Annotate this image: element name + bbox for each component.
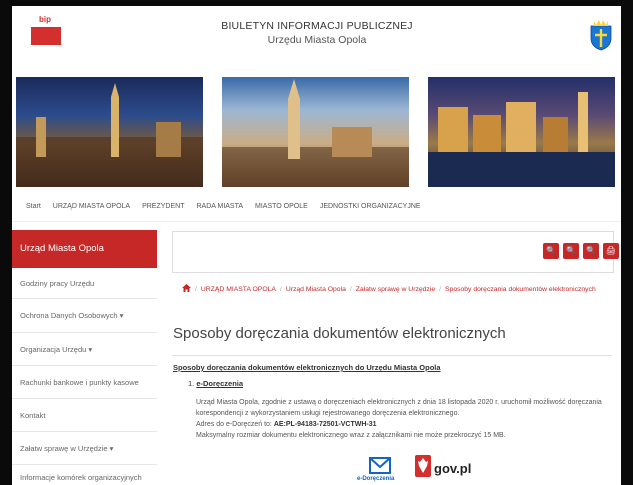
sidebar-item-zalatw-sprawe[interactable]: Załatw sprawę w Urzędzie ▾ [12,432,157,465]
sidebar-item-rachunki[interactable]: Rachunki bankowe i punkty kasowe [12,366,157,399]
page-title: Sposoby doręczania dokumentów elektronic… [173,325,506,342]
gov-pl-label[interactable]: gov.pl [434,461,471,476]
content-toolbar: 🔍 🔍 🔍 🖨 [172,231,619,273]
breadcrumb-item-3[interactable]: Załatw sprawę w Urzędzie [356,286,435,293]
zoom-out-icon[interactable]: 🔍 [543,243,559,259]
logos-row: e-Doręczenia gov.pl [357,453,487,485]
sidebar-item-informacje[interactable]: Informacje komórek organizacyjnych [12,465,157,485]
edoreczenia-description: Urząd Miasta Opola, zgodnie z ustawą o d… [196,397,616,441]
section-subtitle[interactable]: Sposoby doręczania dokumentów elektronic… [173,363,441,372]
paragraph-2: Maksymalny rozmiar dokumentu elektronicz… [196,432,506,439]
nav-start[interactable]: Start [20,203,47,217]
sidebar-item-godziny[interactable]: Godziny pracy Urzędu [12,268,157,299]
bip-flag-icon [31,27,61,45]
breadcrumb-item-2[interactable]: Urząd Miasta Opola [286,286,346,293]
edoreczenia-envelope-icon [369,457,391,474]
site-title-line2: Urzędu Miasta Opola [267,34,367,46]
main-nav: Start URZĄD MIASTA OPOLA PREZYDENT RADA … [20,203,621,217]
nav-miasto-opole[interactable]: MIASTO OPOLE [249,203,314,217]
polish-eagle-icon [415,455,431,477]
sidebar-item-organizacja[interactable]: Organizacja Urzędu ▾ [12,333,157,366]
nav-urzad[interactable]: URZĄD MIASTA OPOLA [47,203,136,217]
zoom-in-icon[interactable]: 🔍 [583,243,599,259]
home-icon[interactable] [182,284,191,294]
edoreczenia-label: e-Doręczenia [357,476,395,482]
address-label: Adres do e-Doręczeń to: [196,421,274,428]
site-title[interactable]: BIULETYN INFORMACJI PUBLICZNEJ Urzędu Mi… [192,20,442,46]
list-item-label[interactable]: e-Doręczenia [196,379,243,388]
sidebar-item-ochrona-danych[interactable]: Ochrona Danych Osobowych ▾ [12,299,157,333]
city-photo-3 [428,77,615,187]
sidebar: Urząd Miasta Opola Godziny pracy Urzędu … [12,230,157,485]
address-value: AE:PL-94183-72501-VCTWH-31 [273,421,377,428]
opole-coat-of-arms-icon [590,20,612,51]
city-photo-1 [16,77,203,187]
list-item-edoreczenia: 1. e-Doręczenia [188,379,243,388]
nav-rada-miasta[interactable]: RADA MIASTA [190,203,249,217]
bip-label: bip [39,15,51,24]
address-line: Adres do e-Doręczeń to: AE:PL-94183-7250… [196,419,616,430]
site-title-line1: BIULETYN INFORMACJI PUBLICZNEJ [221,20,413,32]
city-photo-2 [222,77,409,187]
bip-logo[interactable]: bip [28,15,62,45]
sidebar-heading[interactable]: Urząd Miasta Opola [12,230,157,268]
zoom-reset-icon[interactable]: 🔍 [563,243,579,259]
paragraph-1: Urząd Miasta Opola, zgodnie z ustawą o d… [196,399,602,417]
breadcrumb-item-current[interactable]: Sposoby doręczania dokumentów elektronic… [445,286,596,293]
breadcrumb-item-1[interactable]: URZĄD MIASTA OPOLA [201,286,276,293]
page: bip BIULETYN INFORMACJI PUBLICZNEJ Urzęd… [12,6,621,485]
sidebar-item-kontakt[interactable]: Kontakt [12,399,157,432]
nav-jednostki[interactable]: JEDNOSTKI ORGANIZACYJNE [314,203,427,217]
nav-divider [12,221,621,222]
breadcrumb: / URZĄD MIASTA OPOLA / Urząd Miasta Opol… [182,284,596,294]
nav-prezydent[interactable]: PREZYDENT [136,203,190,217]
print-icon[interactable]: 🖨 [603,243,619,259]
title-divider [172,355,612,356]
